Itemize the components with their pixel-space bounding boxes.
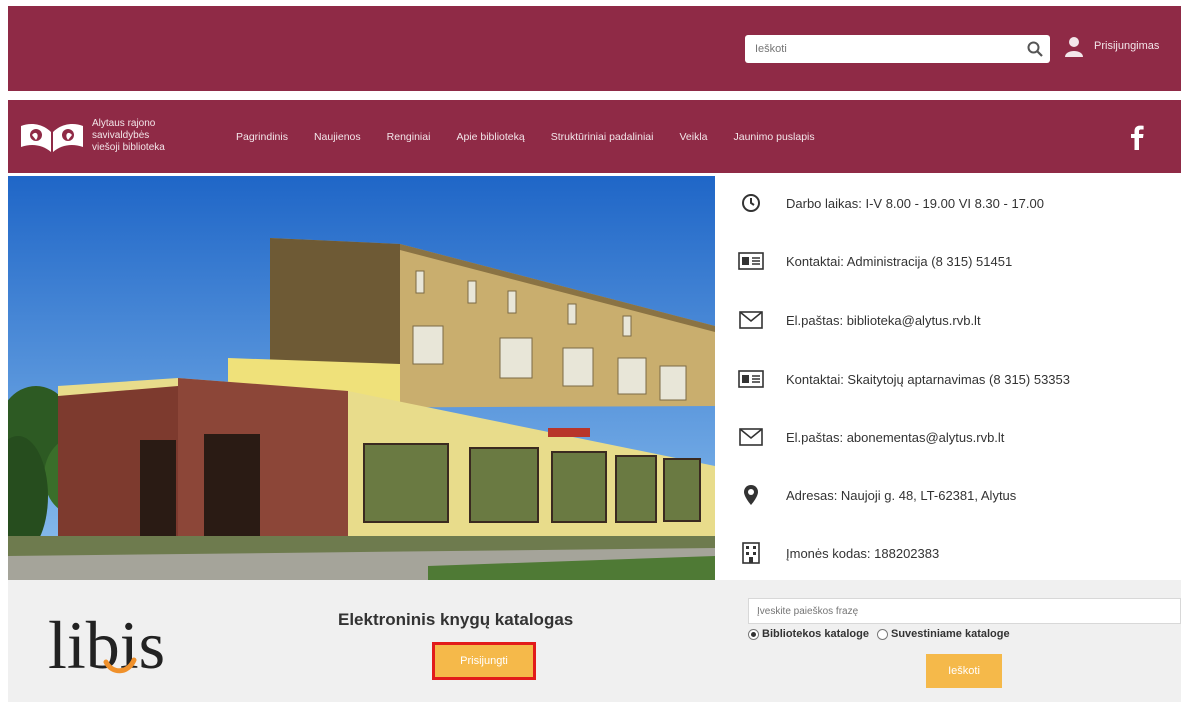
nav-item-activities[interactable]: Veikla [679,131,707,143]
library-building-photo [8,176,715,580]
radio-union-catalog[interactable] [876,628,888,640]
contact-info-panel: Darbo laikas: I-V 8.00 - 19.00 VI 8.30 -… [716,176,1181,580]
nav-item-youth[interactable]: Jaunimo puslapis [734,131,815,143]
nav-item-events[interactable]: Renginiai [387,131,431,143]
header-search-input[interactable] [745,35,1020,63]
nav-item-home[interactable]: Pagrindinis [236,131,288,143]
radio-union-label[interactable]: Suvestiniame kataloge [891,628,1010,640]
catalog-search-button[interactable]: Ieškoti [926,654,1002,688]
envelope-icon [736,426,766,448]
contact-card-icon [736,368,766,390]
radio-library-catalog[interactable] [748,628,759,640]
catalog-title: Elektroninis knygų katalogas [338,610,574,629]
library-name-line: savivaldybės [92,130,150,141]
login-link[interactable]: Prisijungimas [1094,40,1159,52]
facebook-icon[interactable] [1130,124,1144,150]
main-nav: Pagrindinis Naujienos Renginiai Apie bib… [236,100,815,173]
library-name-line: viešoji biblioteka [92,142,165,153]
user-icon[interactable] [1064,36,1084,58]
radio-library-label[interactable]: Bibliotekos kataloge [762,628,869,640]
search-icon[interactable] [1026,40,1044,58]
envelope-icon [736,309,766,331]
catalog-search-input[interactable] [748,598,1181,624]
libis-logo-text: libis [48,607,165,680]
catalog-open-button[interactable]: Prisijungti [432,642,536,680]
building-icon [736,542,766,564]
info-row-hours: Darbo laikas: I-V 8.00 - 19.00 VI 8.30 -… [736,188,1044,218]
page: Prisijungimas Alytaus rajono savivaldybė… [0,0,1181,702]
info-row-readers-contact: Kontaktai: Skaitytojų aptarnavimas (8 31… [736,364,1070,394]
header-search-box [745,35,1050,63]
location-pin-icon [736,484,766,506]
info-text[interactable]: El.paštas: biblioteka@alytus.rvb.lt [786,313,981,328]
nav-item-news[interactable]: Naujienos [314,131,361,143]
info-row-address: Adresas: Naujoji g. 48, LT-62381, Alytus [736,480,1016,510]
library-name-line: Alytaus rajono [92,118,156,129]
info-row-subscription-email: El.paštas: abonementas@alytus.rvb.lt [736,422,1004,452]
info-text: Įmonės kodas: 188202383 [786,545,940,561]
catalog-section: libis Elektroninis knygų katalogas Prisi… [8,580,1181,702]
nav-item-branches[interactable]: Struktūriniai padaliniai [551,131,654,143]
info-text[interactable]: El.paštas: abonementas@alytus.rvb.lt [786,430,1004,445]
info-text: Kontaktai: Administracija (8 315) 51451 [786,253,1013,269]
nav-item-about[interactable]: Apie biblioteką [456,131,524,143]
info-row-admin-contact: Kontaktai: Administracija (8 315) 51451 [736,246,1012,276]
library-name: Alytaus rajono savivaldybės viešoji bibl… [92,118,202,154]
info-text: Kontaktai: Skaitytojų aptarnavimas (8 31… [786,371,1071,387]
catalog-scope-radios: Bibliotekos kataloge Suvestiniame katalo… [748,628,1010,640]
contact-card-icon [736,250,766,272]
info-text: Darbo laikas: I-V 8.00 - 19.00 VI 8.30 -… [786,195,1044,211]
nav-bar: Alytaus rajono savivaldybės viešoji bibl… [8,100,1181,173]
info-row-company-code: Įmonės kodas: 188202383 [736,538,939,568]
clock-icon [736,192,766,214]
header-divider [0,91,1181,99]
info-row-email: El.paštas: biblioteka@alytus.rvb.lt [736,305,981,335]
library-logo[interactable] [17,118,87,158]
info-text: Adresas: Naujoji g. 48, LT-62381, Alytus [786,487,1017,503]
libis-logo[interactable]: libis [48,600,188,680]
